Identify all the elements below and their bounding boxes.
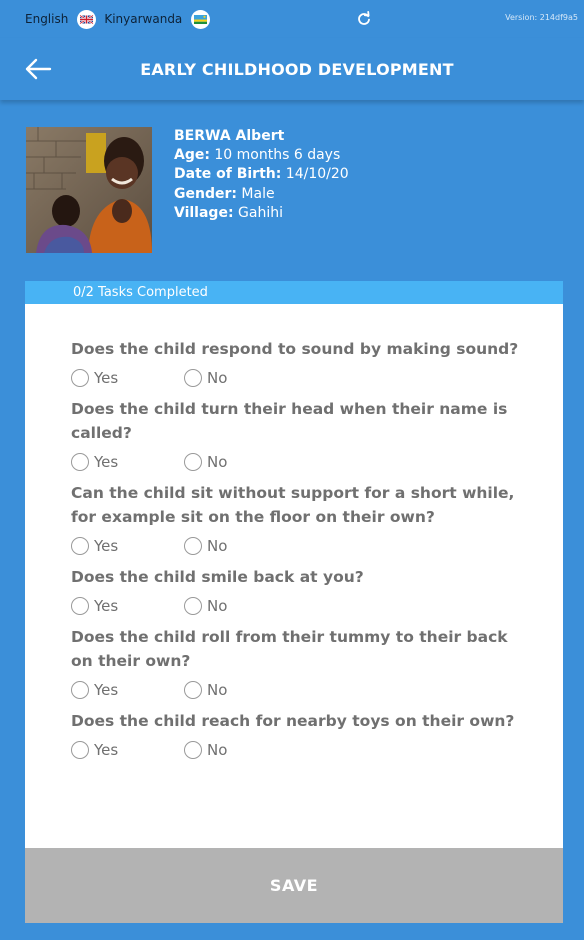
question-text: Does the child roll from their tummy to … — [71, 628, 508, 670]
answer-options: Yes No — [71, 449, 531, 475]
question-list: Does the child respond to sound by makin… — [71, 337, 531, 769]
answer-no[interactable]: No — [184, 369, 227, 387]
question-text: Does the child turn their head when thei… — [71, 400, 508, 442]
question-item: Does the child smile back at you? Yes No — [71, 565, 531, 619]
answer-options: Yes No — [71, 365, 531, 391]
language-kinyarwanda[interactable]: Kinyarwanda — [104, 12, 182, 26]
answer-no[interactable]: No — [184, 453, 227, 471]
uk-flag-icon[interactable] — [77, 9, 97, 29]
answer-no[interactable]: No — [184, 741, 227, 759]
question-text: Does the child reach for nearby toys on … — [71, 712, 515, 730]
answer-options: Yes No — [71, 593, 531, 619]
refresh-icon[interactable] — [355, 10, 373, 28]
question-text: Does the child smile back at you? — [71, 568, 364, 586]
radio-button[interactable] — [71, 681, 89, 699]
question-item: Does the child reach for nearby toys on … — [71, 709, 531, 763]
answer-yes[interactable]: Yes — [71, 741, 184, 759]
rwanda-flag-icon[interactable] — [191, 9, 211, 29]
questionnaire-card: 0/2 Tasks Completed Does the child respo… — [25, 281, 563, 923]
question-item: Does the child turn their head when thei… — [71, 397, 531, 475]
language-english[interactable]: English — [25, 12, 68, 26]
save-button[interactable]: SAVE — [25, 848, 563, 923]
tasks-progress: 0/2 Tasks Completed — [25, 281, 563, 304]
answer-yes[interactable]: Yes — [71, 681, 184, 699]
child-age: Age: 10 months 6 days — [174, 147, 341, 164]
answer-yes[interactable]: Yes — [71, 597, 184, 615]
back-arrow-icon[interactable] — [24, 57, 52, 81]
child-info: BERWA Albert Age: 10 months 6 days Date … — [174, 127, 349, 223]
answer-yes[interactable]: Yes — [71, 537, 184, 555]
answer-options: Yes No — [71, 677, 531, 703]
child-profile: BERWA Albert Age: 10 months 6 days Date … — [26, 127, 566, 257]
radio-button[interactable] — [184, 369, 202, 387]
answer-yes[interactable]: Yes — [71, 369, 184, 387]
radio-button[interactable] — [184, 741, 202, 759]
child-gender: Gender: Male — [174, 185, 275, 202]
answer-yes[interactable]: Yes — [71, 453, 184, 471]
page-title: EARLY CHILDHOOD DEVELOPMENT — [140, 59, 454, 79]
question-text: Can the child sit without support for a … — [71, 484, 515, 526]
answer-no[interactable]: No — [184, 537, 227, 555]
radio-button[interactable] — [71, 369, 89, 387]
child-photo — [26, 127, 152, 253]
language-bar: English Kinyarwanda Version: 214df9a5 — [0, 0, 584, 38]
child-village: Village: Gahihi — [174, 204, 283, 221]
radio-button[interactable] — [184, 453, 202, 471]
question-item: Does the child respond to sound by makin… — [71, 337, 531, 391]
answer-no[interactable]: No — [184, 681, 227, 699]
question-item: Can the child sit without support for a … — [71, 481, 531, 559]
radio-button[interactable] — [71, 537, 89, 555]
question-text: Does the child respond to sound by makin… — [71, 340, 519, 358]
radio-button[interactable] — [71, 741, 89, 759]
radio-button[interactable] — [184, 681, 202, 699]
answer-options: Yes No — [71, 533, 531, 559]
answer-options: Yes No — [71, 737, 531, 763]
radio-button[interactable] — [71, 597, 89, 615]
radio-button[interactable] — [184, 537, 202, 555]
app-header: EARLY CHILDHOOD DEVELOPMENT — [0, 38, 584, 100]
language-switcher: English Kinyarwanda — [25, 9, 218, 29]
answer-no[interactable]: No — [184, 597, 227, 615]
radio-button[interactable] — [71, 453, 89, 471]
child-dob: Date of Birth: 14/10/20 — [174, 166, 349, 183]
question-item: Does the child roll from their tummy to … — [71, 625, 531, 703]
child-name: BERWA Albert — [174, 128, 285, 144]
app-version: Version: 214df9a5 — [505, 13, 578, 22]
radio-button[interactable] — [184, 597, 202, 615]
